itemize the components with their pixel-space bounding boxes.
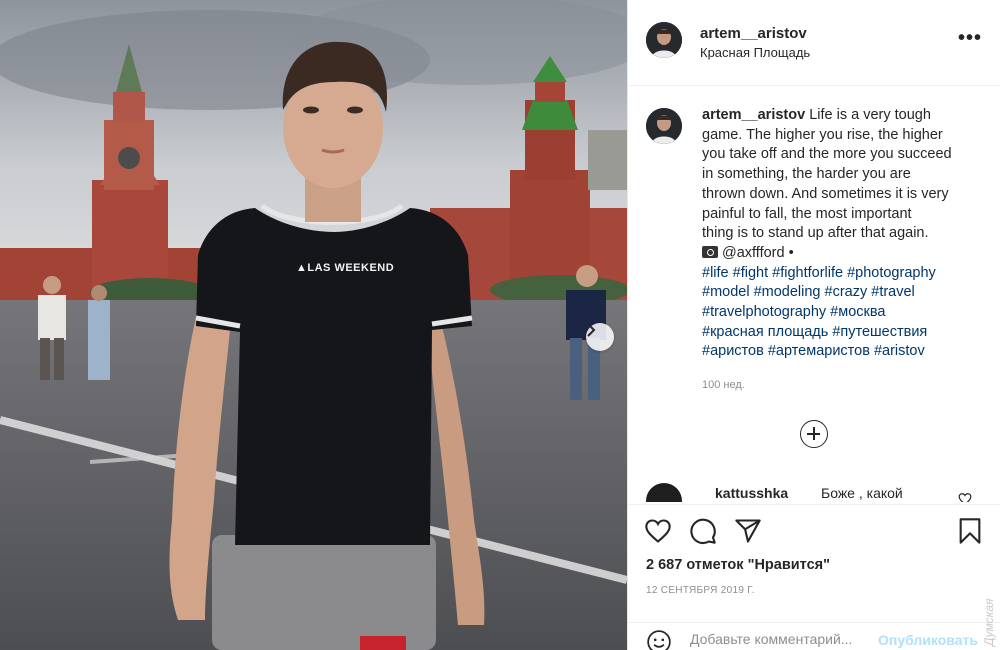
comment-item: kattusshka Боже , какой <box>628 480 1000 502</box>
more-options-button[interactable]: ••• <box>958 28 982 48</box>
post-photo[interactable]: ▲LAS WEEKEND <box>0 0 627 650</box>
share-icon[interactable] <box>734 517 762 545</box>
caption-line: artem__aristov Life is a very tough <box>702 106 987 126</box>
caption-line: in something, the harder you are <box>702 166 911 183</box>
profile-photo-icon <box>646 108 682 144</box>
header-location[interactable]: Красная Площадь <box>700 45 810 60</box>
caption-timestamp: 100 нед. <box>702 379 745 391</box>
heart-icon[interactable] <box>644 517 672 545</box>
publish-button[interactable]: Опубликовать <box>878 632 978 648</box>
profile-photo-icon <box>646 22 682 58</box>
carousel-next-button[interactable] <box>586 323 614 351</box>
hashtag-line[interactable]: #model #modeling #crazy #travel <box>702 283 987 303</box>
avatar[interactable] <box>646 22 682 58</box>
caption-line: painful to fall, the most important <box>702 205 912 222</box>
comment-icon[interactable] <box>689 517 717 545</box>
add-comment-bar: Опубликовать <box>628 622 1000 650</box>
watermark-text: Думская <box>982 598 996 646</box>
camera-icon <box>702 245 718 258</box>
caption-text: Life is a very tough <box>805 107 931 123</box>
comment-username[interactable]: kattusshka <box>715 485 788 501</box>
caption-credit-line: @axffford • <box>702 244 987 264</box>
emoji-icon[interactable] <box>646 629 672 650</box>
comment-input[interactable] <box>690 631 870 647</box>
comment-text: Боже , какой <box>821 485 903 501</box>
caption-username[interactable]: artem__aristov <box>702 107 805 123</box>
photo-scene <box>0 0 627 650</box>
chevron-right-icon <box>587 323 596 337</box>
header-username[interactable]: artem__aristov <box>700 25 807 42</box>
post-caption: artem__aristov Life is a very tough game… <box>702 106 987 362</box>
hashtag-line[interactable]: #аристов #артемаристов #aristov <box>702 342 987 362</box>
shirt-print-text: ▲LAS WEEKEND <box>296 262 395 274</box>
bookmark-icon[interactable] <box>956 517 984 545</box>
post-actions: 2 687 отметок "Нравится" 12 СЕНТЯБРЯ 201… <box>628 504 1000 604</box>
caption-line: thrown down. And sometimes it is very <box>702 185 949 202</box>
post-side-panel: artem__aristov Красная Площадь ••• artem… <box>627 0 1000 650</box>
likes-count[interactable]: 2 687 отметок "Нравится" <box>646 557 830 573</box>
credit-mention[interactable]: @axffford • <box>722 245 794 261</box>
post-date: 12 СЕНТЯБРЯ 2019 Г. <box>646 585 755 596</box>
caption-line: thing is to stand up after that again. <box>702 225 929 242</box>
caption-avatar[interactable] <box>646 108 682 144</box>
hashtag-line[interactable]: #travelphotography #москва <box>702 303 987 323</box>
caption-line: you take off and the more you succeed <box>702 146 952 163</box>
caption-line: game. The higher you rise, the higher <box>702 126 943 143</box>
heart-icon[interactable] <box>958 492 972 502</box>
hashtag-line[interactable]: #life #fight #fightforlife #photography <box>702 264 987 284</box>
load-more-comments-button[interactable] <box>800 420 828 448</box>
comment-avatar[interactable] <box>646 483 682 502</box>
post-header: artem__aristov Красная Площадь ••• <box>628 0 1000 86</box>
hashtag-line[interactable]: #красная площадь #путешествия <box>702 323 987 343</box>
watermark: Думская <box>982 562 996 646</box>
